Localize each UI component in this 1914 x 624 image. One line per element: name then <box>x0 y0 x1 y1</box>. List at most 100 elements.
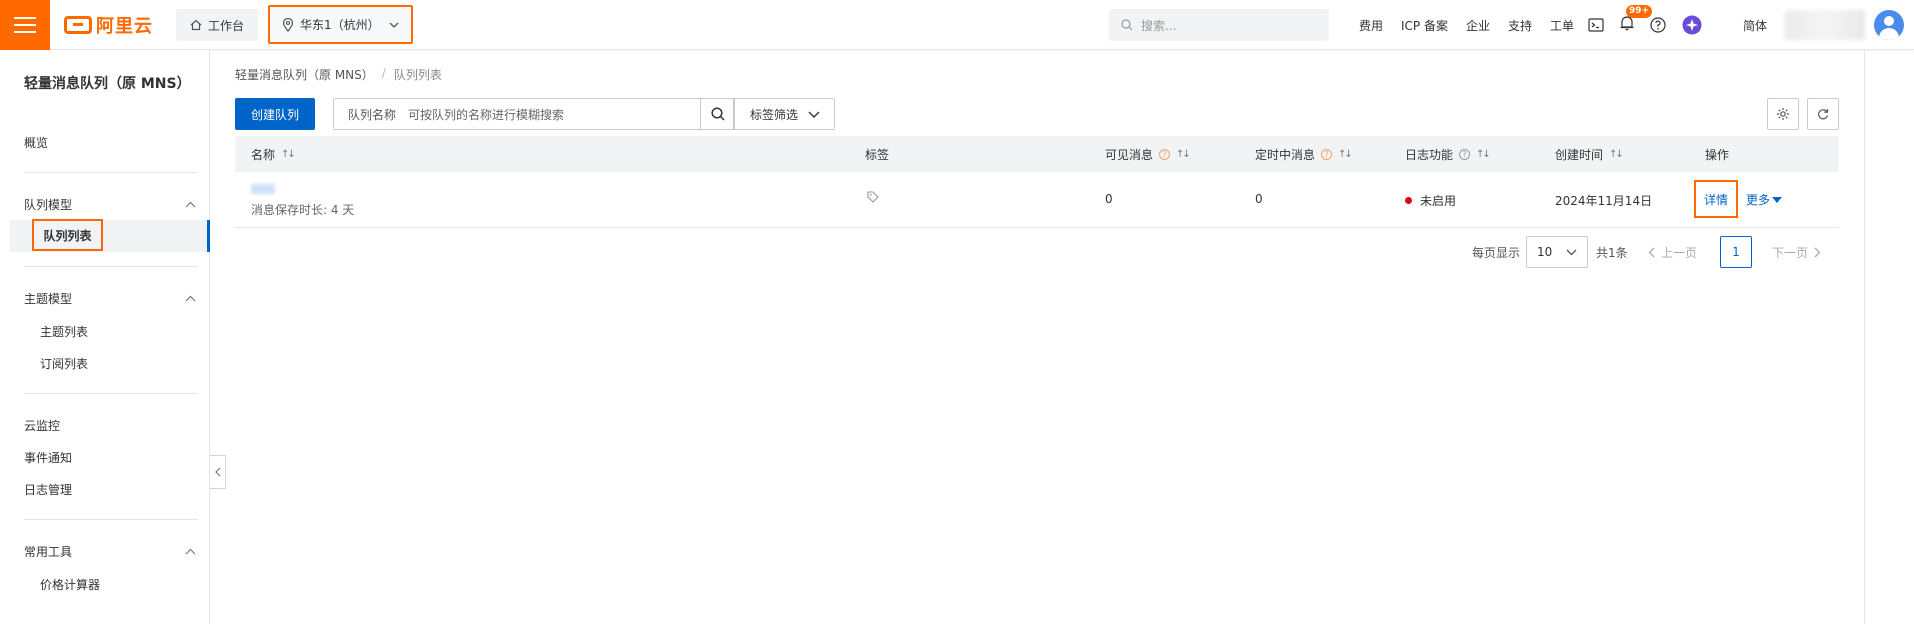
more-label: 更多 <box>1746 193 1771 207</box>
sidebar-group-queue-model[interactable]: 队列模型 <box>24 196 196 213</box>
page-size-select[interactable]: 10 <box>1526 236 1588 268</box>
sidebar-item-price-calculator[interactable]: 价格计算器 <box>40 576 100 593</box>
tag-filter-label: 标签筛选 <box>750 107 799 122</box>
sidebar-item-label: 队列列表 <box>43 228 92 243</box>
language-switch[interactable]: 简体 <box>1743 17 1767 34</box>
search-icon <box>710 107 725 121</box>
top-icons: 99+ <box>1588 0 1702 50</box>
hamburger-menu-button[interactable] <box>0 0 50 50</box>
sidebar-group-label: 主题模型 <box>24 292 73 306</box>
help-icon[interactable]: ? <box>1459 148 1471 160</box>
logging-status: 未启用 <box>1405 192 1456 209</box>
edit-tags-button[interactable] <box>867 191 879 206</box>
right-rail-divider <box>1864 50 1865 624</box>
table-settings-button[interactable] <box>1767 98 1799 130</box>
queue-name-link[interactable] <box>251 184 275 194</box>
sidebar-item-overview[interactable]: 概览 <box>24 134 48 151</box>
create-queue-button[interactable]: 创建队列 <box>235 98 315 130</box>
column-header-delayed-messages[interactable]: 定时中消息? ↑↓ <box>1255 136 1353 172</box>
sort-icon[interactable]: ↑↓ <box>1609 149 1624 160</box>
total-count: 共1条 <box>1596 245 1628 260</box>
region-selector[interactable]: 华东1（杭州） <box>268 5 413 44</box>
breadcrumb-parent[interactable]: 轻量消息队列（原 MNS） <box>235 66 374 83</box>
sidebar-item-event-notification[interactable]: 事件通知 <box>24 449 72 466</box>
prev-page-label: 上一页 <box>1661 245 1698 260</box>
sort-icon[interactable]: ↑↓ <box>1338 149 1353 160</box>
next-page-button[interactable]: 下一页 <box>1772 236 1821 268</box>
queue-search-input[interactable]: 队列名称 可按队列的名称进行模糊搜索 <box>333 98 701 130</box>
sidebar-divider <box>24 519 198 520</box>
chevron-left-icon <box>214 467 220 477</box>
created-time-value: 2024年11月14日 <box>1555 194 1653 208</box>
chevron-up-icon <box>185 295 196 302</box>
more-actions-dropdown[interactable]: 更多 <box>1746 191 1783 208</box>
global-search-input[interactable]: 搜索... <box>1109 9 1329 41</box>
sidebar-collapse-button[interactable] <box>210 455 226 489</box>
delayed-messages-value: 0 <box>1255 192 1263 206</box>
link-billing[interactable]: 费用 <box>1350 17 1392 34</box>
refresh-button[interactable] <box>1807 98 1839 130</box>
detail-button[interactable]: 详情 <box>1694 180 1738 218</box>
sidebar-divider <box>24 172 198 173</box>
sidebar-product-title: 轻量消息队列（原 MNS） <box>24 76 191 92</box>
ai-assistant-icon[interactable] <box>1682 15 1702 35</box>
help-icon[interactable] <box>1650 17 1666 33</box>
sort-icon[interactable]: ↑↓ <box>1476 149 1491 160</box>
workbench-button[interactable]: 工作台 <box>176 9 258 41</box>
workbench-label: 工作台 <box>207 18 244 33</box>
sidebar-group-topic-model[interactable]: 主题模型 <box>24 290 196 307</box>
sidebar-item-topic-list[interactable]: 主题列表 <box>40 323 88 340</box>
help-icon[interactable]: ? <box>1159 148 1171 160</box>
link-enterprise[interactable]: 企业 <box>1457 17 1499 34</box>
sidebar-group-common-tools[interactable]: 常用工具 <box>24 543 196 560</box>
column-header-label: 操作 <box>1705 147 1730 162</box>
column-header-name[interactable]: 名称 ↑↓ <box>251 136 296 172</box>
chevron-up-icon <box>185 201 196 208</box>
page-number-current[interactable]: 1 <box>1720 236 1752 268</box>
column-header-label: 定时中消息 <box>1255 147 1316 162</box>
sort-icon[interactable]: ↑↓ <box>1176 149 1191 160</box>
gear-icon <box>1777 108 1789 120</box>
link-support[interactable]: 支持 <box>1499 17 1541 34</box>
account-info[interactable] <box>1785 10 1865 40</box>
terminal-icon[interactable] <box>1588 18 1604 32</box>
caret-down-icon <box>1772 196 1783 203</box>
queue-retention: 消息保存时长: 4 天 <box>251 203 355 217</box>
global-search-placeholder: 搜索... <box>1141 18 1177 33</box>
column-header-created-time[interactable]: 创建时间 ↑↓ <box>1555 136 1624 172</box>
column-header-label: 标签 <box>865 147 890 162</box>
prev-page-button[interactable]: 上一页 <box>1648 236 1697 268</box>
aliyun-logo-icon <box>64 16 92 34</box>
user-avatar[interactable] <box>1874 10 1904 40</box>
search-button[interactable] <box>701 98 735 130</box>
chevron-left-icon <box>1648 247 1655 257</box>
column-header-label: 名称 <box>251 147 276 162</box>
column-header-visible-messages[interactable]: 可见消息? ↑↓ <box>1105 136 1191 172</box>
notification-badge: 99+ <box>1626 5 1653 18</box>
sidebar-item-subscription-list[interactable]: 订阅列表 <box>40 355 88 372</box>
visible-messages-value: 0 <box>1105 192 1113 206</box>
sort-icon[interactable]: ↑↓ <box>281 149 296 160</box>
tag-filter-dropdown[interactable]: 标签筛选 <box>733 98 835 130</box>
region-label: 华东1（杭州） <box>300 18 380 32</box>
sidebar-group-label: 队列模型 <box>24 198 73 212</box>
sidebar-item-log-management[interactable]: 日志管理 <box>24 481 72 498</box>
breadcrumb-current: 队列列表 <box>393 68 442 82</box>
page-size-value: 10 <box>1537 245 1553 259</box>
sidebar-item-cloud-monitor[interactable]: 云监控 <box>24 417 60 434</box>
sidebar-divider <box>24 393 198 394</box>
search-field-label: 队列名称 <box>348 107 397 122</box>
column-header-logging[interactable]: 日志功能? ↑↓ <box>1405 136 1491 172</box>
sidebar-divider <box>24 266 198 267</box>
status-dot-icon <box>1405 197 1412 204</box>
notification-bell[interactable]: 99+ <box>1620 5 1653 35</box>
link-icp[interactable]: ICP 备案 <box>1392 17 1457 34</box>
column-header-label: 可见消息 <box>1105 147 1154 162</box>
sidebar-item-queue-list[interactable]: 队列列表 <box>32 219 103 251</box>
help-icon[interactable]: ? <box>1321 148 1333 160</box>
aliyun-logo[interactable]: 阿里云 <box>64 13 153 37</box>
home-icon <box>190 19 202 31</box>
top-navigation-bar: 阿里云 工作台 华东1（杭州） 搜索... 费用 ICP 备案 企业 支持 工单… <box>0 0 1914 50</box>
link-ticket[interactable]: 工单 <box>1541 17 1583 34</box>
next-page-label: 下一页 <box>1772 245 1809 260</box>
